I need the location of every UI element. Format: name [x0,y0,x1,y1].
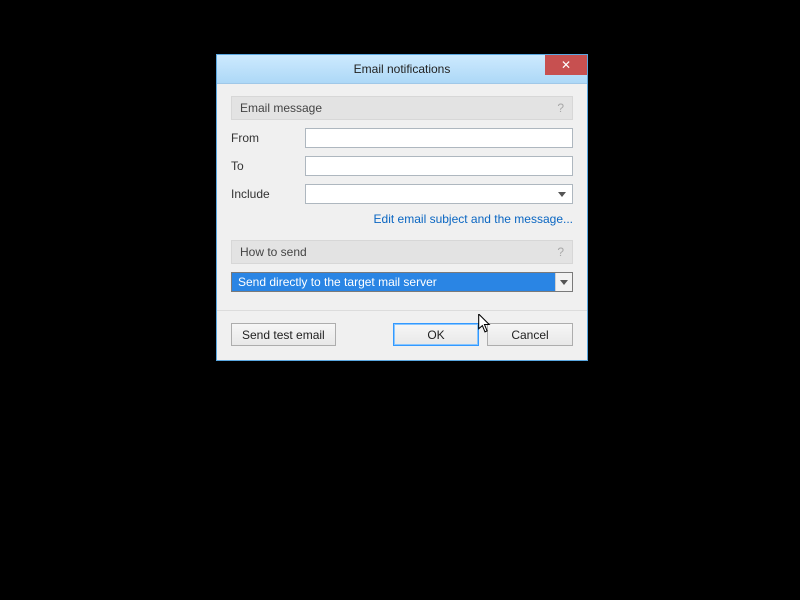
dialog-body: Email message ? From To Include Edit ema… [217,84,587,310]
ok-button[interactable]: OK [393,323,479,346]
cancel-button[interactable]: Cancel [487,323,573,346]
include-label: Include [231,187,305,201]
row-include: Include [231,184,573,204]
section-how-to-send-title: How to send [240,245,307,259]
edit-subject-link[interactable]: Edit email subject and the message... [374,212,573,226]
edit-link-row: Edit email subject and the message... [231,212,573,226]
titlebar[interactable]: Email notifications ✕ [217,55,587,84]
button-bar: Send test email OK Cancel [217,310,587,360]
send-method-selected: Send directly to the target mail server [232,273,555,291]
send-method-dropdown[interactable]: Send directly to the target mail server [231,272,573,292]
section-email-message-title: Email message [240,101,322,115]
to-label: To [231,159,305,173]
include-dropdown[interactable] [305,184,573,204]
window-title: Email notifications [354,62,451,76]
section-email-message-header: Email message ? [231,96,573,120]
to-input[interactable] [305,156,573,176]
row-to: To [231,156,573,176]
close-button[interactable]: ✕ [545,55,587,75]
help-icon[interactable]: ? [557,101,564,115]
close-icon: ✕ [561,59,571,71]
section-how-to-send-header: How to send ? [231,240,573,264]
from-label: From [231,131,305,145]
dialog-window: Email notifications ✕ Email message ? Fr… [216,54,588,361]
chevron-down-icon [555,273,572,291]
row-from: From [231,128,573,148]
help-icon[interactable]: ? [557,245,564,259]
from-input[interactable] [305,128,573,148]
send-test-email-button[interactable]: Send test email [231,323,336,346]
